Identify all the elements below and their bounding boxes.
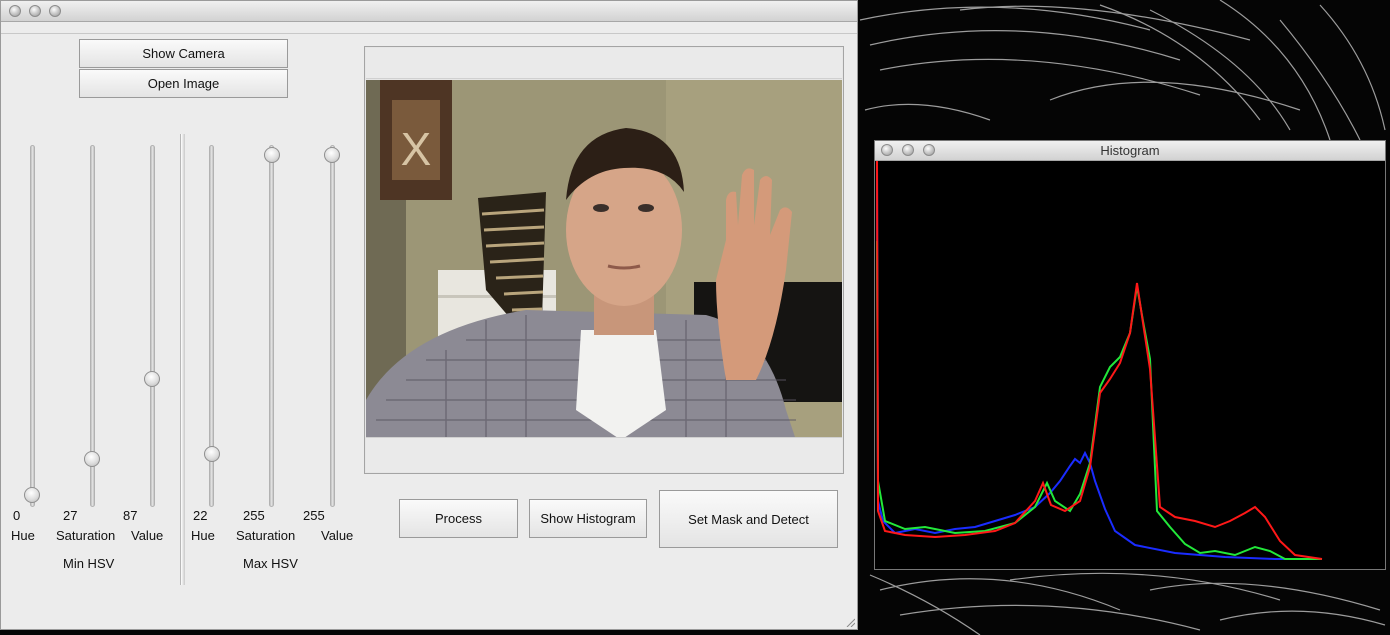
camera-preview-panel: X (364, 46, 844, 474)
min-hue-slider-thumb[interactable] (24, 487, 40, 503)
set-mask-and-detect-button[interactable]: Set Mask and Detect (659, 490, 838, 548)
min-hsv-group-label: Min HSV (63, 556, 115, 571)
show-camera-button[interactable]: Show Camera (79, 39, 288, 68)
minimize-window-icon[interactable] (29, 5, 41, 17)
max-saturation-slider-thumb[interactable] (264, 147, 280, 163)
histogram-window: Histogram (874, 140, 1386, 570)
zoom-window-icon[interactable] (49, 5, 61, 17)
close-window-icon[interactable] (9, 5, 21, 17)
min-saturation-slider-thumb[interactable] (84, 451, 100, 467)
main-window-titlebar[interactable] (1, 1, 857, 22)
max-saturation-label: Saturation (236, 528, 296, 543)
resize-grip-icon[interactable] (845, 617, 855, 627)
camera-image: X (366, 80, 842, 440)
max-value-slider-thumb[interactable] (324, 147, 340, 163)
open-image-button[interactable]: Open Image (79, 69, 288, 98)
process-button[interactable]: Process (399, 499, 518, 538)
histogram-plot (875, 161, 1385, 569)
min-value-slider[interactable] (150, 145, 155, 507)
svg-text:X: X (401, 123, 432, 175)
max-value-label: Value (321, 528, 354, 543)
toolbar-separator (1, 33, 857, 34)
min-saturation-label: Saturation (56, 528, 116, 543)
show-histogram-button[interactable]: Show Histogram (529, 499, 647, 538)
max-hue-label: Hue (191, 528, 215, 543)
max-value-slider[interactable] (330, 145, 335, 507)
min-value-label: Value (131, 528, 164, 543)
max-saturation-value: 255 (243, 508, 265, 523)
hsv-group-divider (180, 134, 185, 585)
min-hue-slider[interactable] (30, 145, 35, 507)
min-hue-value: 0 (13, 508, 21, 523)
main-window: Show Camera Open Image 0 27 87 Hue Satur… (0, 0, 858, 630)
histogram-window-titlebar[interactable]: Histogram (875, 141, 1385, 161)
max-hue-value: 22 (193, 508, 208, 523)
max-hsv-group-label: Max HSV (243, 556, 298, 571)
max-value-value: 255 (303, 508, 325, 523)
min-hue-label: Hue (11, 528, 35, 543)
histogram-window-title: Histogram (1100, 143, 1160, 158)
max-hue-slider-thumb[interactable] (204, 446, 220, 462)
min-saturation-value: 27 (63, 508, 78, 523)
min-value-value: 87 (123, 508, 138, 523)
max-saturation-slider[interactable] (269, 145, 274, 507)
min-value-slider-thumb[interactable] (144, 371, 160, 387)
